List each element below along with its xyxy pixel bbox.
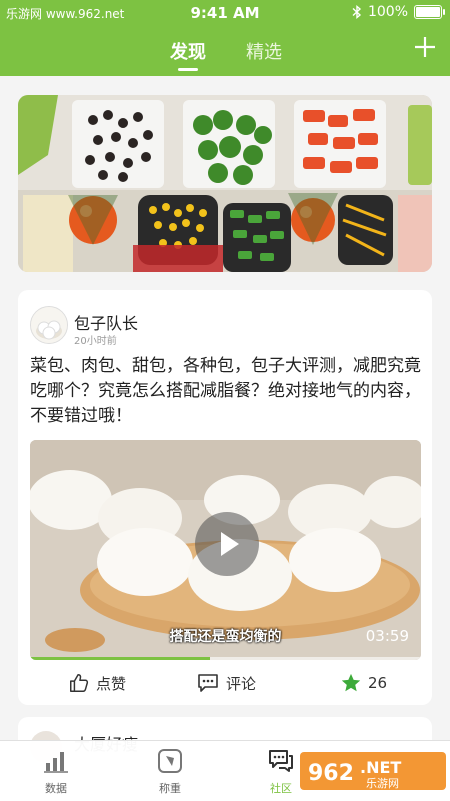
post-time: 20小时前 bbox=[74, 336, 117, 347]
video-progress-bar[interactable] bbox=[30, 657, 421, 660]
comment-label: 评论 bbox=[226, 674, 257, 693]
like-button[interactable]: 点赞 bbox=[68, 672, 126, 694]
plus-icon[interactable] bbox=[414, 34, 436, 64]
post-card[interactable]: 包子队长 20小时前 菜包、肉包、甜包，各种包，包子大评测，减肥究竟吃哪个？究竟… bbox=[18, 290, 432, 705]
nav-weigh-label: 称重 bbox=[159, 782, 181, 795]
collect-button[interactable]: 26 bbox=[340, 672, 387, 694]
nav-data[interactable]: 数据 bbox=[26, 747, 86, 796]
play-button[interactable] bbox=[195, 512, 259, 576]
battery-icon bbox=[414, 5, 445, 19]
video-player[interactable]: 搭配还是蛮均衡的 03:59 bbox=[30, 440, 421, 660]
top-tabs: 发现 精选 bbox=[0, 38, 450, 72]
battery-percent: 100% bbox=[367, 4, 408, 20]
video-progress-fill bbox=[30, 657, 210, 660]
like-label: 点赞 bbox=[96, 674, 127, 693]
app-header: 乐游网 www.962.net 9:41 AM 100% 发现 精选 bbox=[0, 0, 450, 76]
svg-text:962: 962 bbox=[308, 761, 354, 786]
watermark-logo: 962 .NET 乐游网 bbox=[300, 748, 446, 794]
post-actions: 点赞 评论 26 bbox=[18, 668, 432, 698]
nav-weigh[interactable]: 称重 bbox=[140, 747, 200, 796]
collect-count: 26 bbox=[368, 674, 388, 692]
svg-text:乐游网: 乐游网 bbox=[366, 777, 399, 790]
thumbs-up-icon bbox=[70, 674, 89, 692]
comment-icon bbox=[198, 674, 218, 692]
post-text[interactable]: 菜包、肉包、甜包，各种包，包子大评测，减肥究竟吃哪个？究竟怎么搭配减脂餐？绝对接… bbox=[30, 354, 422, 429]
battery-fill bbox=[416, 7, 440, 17]
nav-data-label: 数据 bbox=[45, 782, 67, 795]
author-name[interactable]: 包子队长 bbox=[74, 310, 138, 334]
status-right: 100% bbox=[352, 4, 445, 20]
video-duration: 03:59 bbox=[365, 627, 409, 645]
tab-indicator bbox=[178, 68, 198, 71]
banner-image[interactable] bbox=[18, 95, 432, 272]
scale-icon bbox=[158, 749, 182, 773]
comment-button[interactable]: 评论 bbox=[196, 672, 256, 694]
video-caption: 搭配还是蛮均衡的 bbox=[169, 629, 282, 645]
tab-discover[interactable]: 发现 bbox=[170, 38, 206, 64]
bar-chart-icon bbox=[44, 752, 68, 773]
status-bar: 乐游网 www.962.net 9:41 AM 100% bbox=[0, 0, 450, 26]
star-icon bbox=[341, 673, 361, 692]
bluetooth-icon bbox=[352, 5, 362, 19]
tab-featured[interactable]: 精选 bbox=[246, 38, 282, 64]
chat-icon bbox=[269, 750, 293, 772]
svg-text:.NET: .NET bbox=[360, 758, 401, 777]
author-avatar[interactable] bbox=[30, 306, 68, 344]
